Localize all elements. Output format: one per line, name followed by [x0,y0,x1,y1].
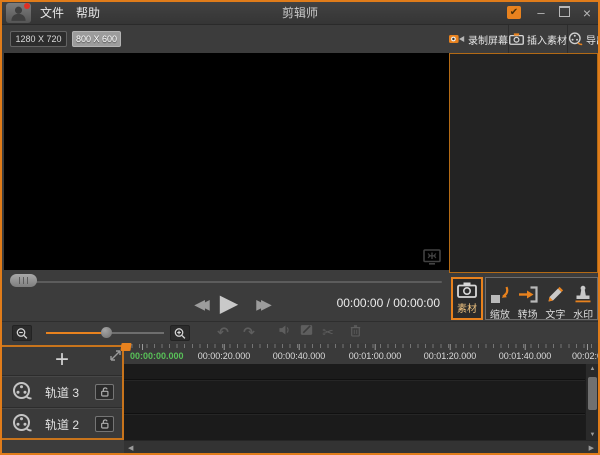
scroll-down-arrow[interactable]: ▼ [586,432,599,438]
playhead-marker[interactable] [120,343,131,351]
cut-button[interactable]: ✂ [320,324,336,341]
timeline-zoom-slider-handle[interactable] [101,327,112,338]
insert-media-label: 插入素材 [527,32,567,47]
track-row-3[interactable]: 轨道 3 [2,376,122,408]
screen-record-icon [449,33,465,45]
title-bar: 文件 帮助 剪辑师 ✔ – × [2,2,598,25]
tab-text-label: 文字 [545,306,565,321]
text-pencil-icon [545,285,565,304]
horizontal-scrollbar[interactable]: ◀ ▶ [124,440,598,453]
tab-scale[interactable]: 缩放 [486,278,514,324]
maximize-button[interactable] [555,5,573,21]
check-badge-icon[interactable]: ✔ [507,6,521,19]
tab-watermark-label: 水印 [573,306,593,321]
camera-icon [457,282,477,298]
tab-group: 缩放 转场 文字 水印 [485,277,598,320]
tab-material-label: 素材 [457,300,477,315]
play-button[interactable]: ▶ [216,291,242,317]
timeline-zoom-slider-fill [46,332,106,334]
export-button[interactable]: 导出 [567,25,600,53]
seek-handle[interactable] [10,274,37,287]
insert-media-icon [509,33,524,45]
unlock-icon [100,387,110,397]
minimize-button[interactable]: – [532,5,550,21]
add-track-button[interactable]: + [2,347,122,376]
video-preview[interactable] [4,53,449,270]
zoom-in-icon [173,327,187,340]
ruler-label: 00:00:20.000 [198,351,251,361]
playhead-drag-icon[interactable] [109,349,122,362]
speaker-icon [278,324,292,336]
close-button[interactable]: × [578,5,596,21]
tab-watermark[interactable]: 水印 [569,278,597,324]
menu-file[interactable]: 文件 [34,2,70,25]
notification-dot [24,3,30,9]
user-avatar[interactable] [6,3,31,23]
export-icon [568,32,583,46]
unlock-icon [100,419,110,429]
menu-help[interactable]: 帮助 [70,2,106,25]
zoom-out-icon [15,327,29,340]
tab-material[interactable]: 素材 [451,277,483,320]
vertical-scrollbar[interactable]: ▲ ▼ [585,364,598,440]
material-panel[interactable] [449,53,598,273]
ruler-label: 00:02:0 [572,351,598,361]
ruler-label: 00:01:00.000 [349,351,402,361]
delete-button[interactable] [350,324,366,337]
scroll-left-arrow[interactable]: ◀ [128,444,133,452]
timeline-zoom-in-button[interactable] [170,325,190,341]
tab-scale-label: 缩放 [490,306,510,321]
add-track-icon: + [55,346,69,373]
maximize-icon [559,6,570,17]
track-row-2[interactable]: 轨道 2 [2,408,122,438]
timeline-zoom-out-button[interactable] [12,325,32,341]
scroll-right-arrow[interactable]: ▶ [589,444,594,452]
track-lock-button[interactable] [95,416,114,432]
edit-clip-icon [300,324,313,336]
ruler-label: 00:00:40.000 [273,351,326,361]
vertical-scroll-thumb[interactable] [588,377,597,410]
timeline-lanes[interactable] [124,364,585,440]
track-panel: + 轨道 3 轨道 2 [2,345,124,440]
record-screen-label: 录制屏幕 [468,32,508,47]
scale-icon [489,285,511,304]
watermark-stamp-icon [573,285,593,304]
fit-screen-icon[interactable] [423,249,441,266]
tab-transition[interactable]: 转场 [514,278,542,324]
tab-text[interactable]: 文字 [542,278,570,324]
rewind-button[interactable]: ◀◀ [186,291,212,317]
fast-forward-button[interactable]: ▶▶ [248,291,274,317]
resolution-button-1280x720[interactable]: 1280 X 720 [10,31,67,47]
app-window: 文件 帮助 剪辑师 ✔ – × 1280 X 720 800 X 600 录制屏… [0,0,600,455]
edit-clip-button[interactable] [300,324,316,336]
timeline-current-time: 00:00:00.000 [130,351,184,361]
time-display: 00:00:00 / 00:00:00 [332,296,440,310]
bottom-strip [2,440,124,453]
tab-transition-label: 转场 [518,306,538,321]
track-lock-button[interactable] [95,384,114,400]
undo-button[interactable]: ↶ [214,324,232,341]
export-label: 导出 [586,32,600,47]
ruler-label: 00:01:20.000 [424,351,477,361]
resolution-button-800x600[interactable]: 800 X 600 [72,31,121,47]
lane-divider [124,379,585,380]
lane-divider [124,413,585,414]
insert-media-button[interactable]: 插入素材 [508,25,567,53]
seek-bar[interactable] [10,281,442,283]
mute-button[interactable] [278,324,294,336]
redo-button[interactable]: ↷ [240,324,258,341]
trash-icon [350,324,361,337]
ruler-label: 00:01:40.000 [499,351,552,361]
action-bar: 录制屏幕 插入素材 导出 [449,25,598,53]
timeline-ruler[interactable]: 00:00:00.000 00:00:20.000 00:00:40.000 0… [124,343,598,364]
scroll-up-arrow[interactable]: ▲ [586,366,599,372]
transition-icon [517,285,539,304]
record-screen-button[interactable]: 录制屏幕 [449,25,508,53]
